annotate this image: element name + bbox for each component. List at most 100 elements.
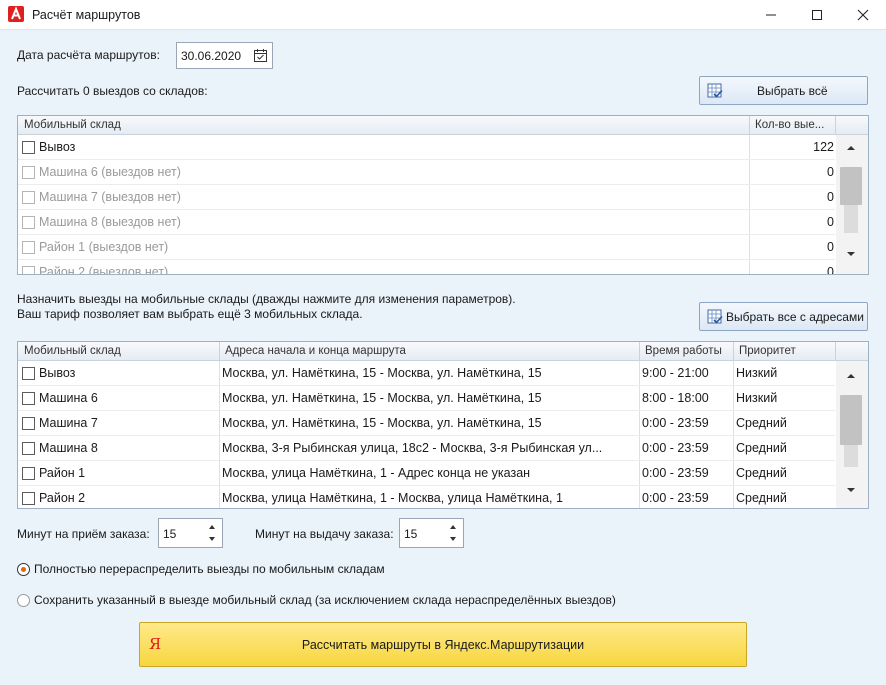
row-time: 0:00 - 23:59 <box>642 491 709 505</box>
minimize-button[interactable] <box>748 0 794 30</box>
table-row[interactable]: Машина 7 Москва, ул. Намёткина, 15 - Мос… <box>18 411 835 436</box>
select-all-with-addresses-button[interactable]: Выбрать все с адресами <box>699 302 868 331</box>
row-checkbox[interactable] <box>22 166 35 179</box>
scroll-up-icon[interactable] <box>841 372 861 380</box>
dialog-body: Дата расчёта маршрутов: 30.06.2020 Рассч… <box>0 30 886 685</box>
row-address: Москва, 3-я Рыбинская улица, 18с2 - Моск… <box>222 441 603 455</box>
select-all-with-addresses-label: Выбрать все с адресами <box>726 310 864 324</box>
row-name: Машина 7 (выездов нет) <box>39 190 181 204</box>
row-time: 8:00 - 18:00 <box>642 391 709 405</box>
row-count: 0 <box>827 240 834 254</box>
row-name: Машина 6 (выездов нет) <box>39 165 181 179</box>
scroll-down-icon[interactable] <box>841 250 861 258</box>
stepper-up-icon[interactable] <box>208 524 216 530</box>
row-priority: Низкий <box>736 391 778 405</box>
date-label: Дата расчёта маршрутов: <box>17 48 160 62</box>
col-addresses[interactable]: Адреса начала и конца маршрута <box>225 345 635 357</box>
table-row[interactable]: Машина 6 Москва, ул. Намёткина, 15 - Мос… <box>18 386 835 411</box>
redistribute-radio[interactable] <box>17 563 30 576</box>
date-value: 30.06.2020 <box>181 49 242 63</box>
stepper-up-icon[interactable] <box>449 524 457 530</box>
warehouses-table-header: Мобильный склад Кол-во вые... <box>18 116 868 135</box>
col-mobile-warehouse[interactable]: Мобильный склад <box>24 119 324 131</box>
issue-minutes-stepper[interactable]: 15 <box>399 518 464 548</box>
assignments-table[interactable]: Мобильный склад Адреса начала и конца ма… <box>17 341 869 509</box>
col-priority[interactable]: Приоритет <box>739 345 829 357</box>
date-picker[interactable]: 30.06.2020 <box>176 42 273 69</box>
calculate-routes-label: Рассчитать маршруты в Яндекс.Маршрутизац… <box>301 638 585 652</box>
row-checkbox[interactable] <box>22 216 35 229</box>
issue-minutes-label: Минут на выдачу заказа: <box>255 527 394 541</box>
row-address: Москва, улица Намёткина, 1 - Адрес конца… <box>222 466 531 480</box>
app-logo-icon <box>8 6 24 22</box>
row-priority: Средний <box>736 491 787 505</box>
warehouses-table[interactable]: Мобильный склад Кол-во вые... Вывоз 122 … <box>17 115 869 275</box>
row-priority: Средний <box>736 416 787 430</box>
row-name: Район 2 <box>39 491 86 505</box>
row-name: Район 1 <box>39 466 86 480</box>
table-row[interactable]: Район 1 Москва, улица Намёткина, 1 - Адр… <box>18 461 835 486</box>
table-row[interactable]: Машина 8 (выездов нет) 0 <box>18 210 835 235</box>
col-count[interactable]: Кол-во вые... <box>755 119 835 131</box>
table-row[interactable]: Район 1 (выездов нет) 0 <box>18 235 835 260</box>
row-checkbox[interactable] <box>22 266 35 274</box>
table-row[interactable]: Вывоз Москва, ул. Намёткина, 15 - Москва… <box>18 361 835 386</box>
row-address: Москва, ул. Намёткина, 15 - Москва, ул. … <box>222 416 542 430</box>
stepper-down-icon[interactable] <box>208 536 216 542</box>
maximize-icon <box>812 10 822 20</box>
row-checkbox[interactable] <box>22 492 35 505</box>
table-row[interactable]: Район 2 Москва, улица Намёткина, 1 - Мос… <box>18 486 835 508</box>
row-priority: Средний <box>736 441 787 455</box>
row-count: 122 <box>813 140 834 154</box>
row-checkbox[interactable] <box>22 367 35 380</box>
issue-minutes-value: 15 <box>404 527 418 541</box>
row-count: 0 <box>827 165 834 179</box>
row-checkbox[interactable] <box>22 141 35 154</box>
scroll-thumb[interactable] <box>840 395 862 445</box>
select-all-button[interactable]: Выбрать всё <box>699 76 868 105</box>
maximize-button[interactable] <box>794 0 840 30</box>
close-icon <box>857 9 869 21</box>
row-address: Москва, улица Намёткина, 1 - Москва, ули… <box>222 491 563 505</box>
col-work-time[interactable]: Время работы <box>645 345 733 357</box>
title-bar: Расчёт маршрутов <box>0 0 886 30</box>
row-checkbox[interactable] <box>22 467 35 480</box>
stepper-down-icon[interactable] <box>449 536 457 542</box>
row-name: Вывоз <box>39 140 76 154</box>
keep-warehouse-label[interactable]: Сохранить указанный в выезде мобильный с… <box>34 593 616 607</box>
assignments-scrollbar[interactable] <box>836 361 868 508</box>
table-row[interactable]: Машина 8 Москва, 3-я Рыбинская улица, 18… <box>18 436 835 461</box>
row-checkbox[interactable] <box>22 392 35 405</box>
table-row[interactable]: Вывоз 122 <box>18 135 835 160</box>
calendar-icon[interactable] <box>253 48 268 63</box>
row-checkbox[interactable] <box>22 442 35 455</box>
row-checkbox[interactable] <box>22 191 35 204</box>
row-name: Машина 7 <box>39 416 98 430</box>
accept-minutes-stepper[interactable]: 15 <box>158 518 223 548</box>
col-mobile-warehouse[interactable]: Мобильный склад <box>24 345 214 357</box>
table-row[interactable]: Машина 7 (выездов нет) 0 <box>18 185 835 210</box>
row-time: 0:00 - 23:59 <box>642 416 709 430</box>
window-title: Расчёт маршрутов <box>32 8 141 22</box>
row-name: Район 2 (выездов нет) <box>39 265 169 275</box>
assign-info-line2: Ваш тариф позволяет вам выбрать ещё 3 мо… <box>17 307 363 321</box>
close-button[interactable] <box>840 0 886 30</box>
scroll-thumb[interactable] <box>840 167 862 205</box>
warehouses-scrollbar[interactable] <box>836 135 868 274</box>
row-count: 0 <box>827 215 834 229</box>
table-row[interactable]: Машина 6 (выездов нет) 0 <box>18 160 835 185</box>
redistribute-label[interactable]: Полностью перераспределить выезды по моб… <box>34 562 385 576</box>
row-name: Машина 6 <box>39 391 98 405</box>
accept-minutes-value: 15 <box>163 527 177 541</box>
row-checkbox[interactable] <box>22 417 35 430</box>
scroll-up-icon[interactable] <box>841 144 861 152</box>
table-row[interactable]: Район 2 (выездов нет) 0 <box>18 260 835 275</box>
grid-select-icon <box>707 309 723 324</box>
warehouses-label: Рассчитать 0 выездов со складов: <box>17 84 208 98</box>
calculate-routes-button[interactable]: Я Рассчитать маршруты в Яндекс.Маршрутиз… <box>139 622 747 667</box>
keep-warehouse-radio[interactable] <box>17 594 30 607</box>
row-checkbox[interactable] <box>22 241 35 254</box>
select-all-label: Выбрать всё <box>757 84 828 98</box>
row-count: 0 <box>827 190 834 204</box>
scroll-down-icon[interactable] <box>841 486 861 494</box>
